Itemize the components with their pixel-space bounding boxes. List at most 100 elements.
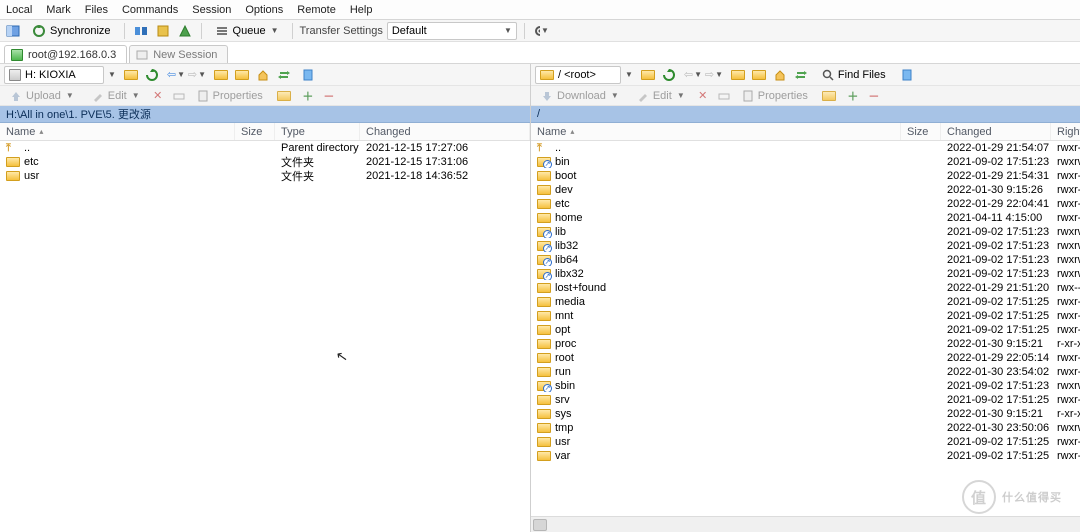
table-row[interactable]: ⤒..Parent directory2021-12-15 17:27:06: [0, 141, 530, 155]
chevron-down-icon[interactable]: ▼: [625, 70, 633, 79]
sync-browse-icon[interactable]: [275, 66, 293, 84]
delete-icon[interactable]: ✕: [149, 87, 167, 105]
back-icon[interactable]: ⇦▼: [684, 66, 702, 84]
table-row[interactable]: ⤒..2022-01-29 21:54:07rwxr-x: [531, 141, 1080, 155]
table-row[interactable]: media2021-09-02 17:51:25rwxr-x: [531, 295, 1080, 309]
table-row[interactable]: sbin2021-09-02 17:51:23rwxrw: [531, 379, 1080, 393]
transfer-settings-combo[interactable]: Default ▼: [387, 22, 517, 40]
open-folder-icon[interactable]: [639, 66, 657, 84]
settings-icon[interactable]: ▼: [532, 22, 550, 40]
table-row[interactable]: dev2022-01-30 9:15:26rwxr-x: [531, 183, 1080, 197]
table-row[interactable]: home2021-04-11 4:15:00rwxr-x: [531, 211, 1080, 225]
chevron-down-icon[interactable]: ▼: [108, 70, 116, 79]
parent-icon[interactable]: [729, 66, 747, 84]
home-icon[interactable]: [254, 66, 272, 84]
refresh-icon[interactable]: [660, 66, 678, 84]
minus-icon[interactable]: －: [320, 87, 338, 105]
remote-drive-combo[interactable]: / <root>: [535, 66, 621, 84]
refresh-icon[interactable]: [143, 66, 161, 84]
local-drive-combo[interactable]: H: KIOXIA: [4, 66, 104, 84]
remote-breadcrumb[interactable]: /: [531, 106, 1080, 123]
queue-label: Queue: [233, 25, 266, 37]
table-row[interactable]: libx322021-09-02 17:51:23rwxrw: [531, 267, 1080, 281]
properties-button[interactable]: Properties: [736, 87, 814, 105]
table-row[interactable]: proc2022-01-30 9:15:21r-xr-x: [531, 337, 1080, 351]
sync-panels-icon[interactable]: [154, 22, 172, 40]
col-size[interactable]: Size: [235, 123, 275, 140]
table-row[interactable]: etc2022-01-29 22:04:41rwxr-x: [531, 197, 1080, 211]
properties-button[interactable]: Properties: [191, 87, 269, 105]
find-files-button[interactable]: Find Files: [816, 66, 892, 84]
table-row[interactable]: usr2021-09-02 17:51:25rwxr-x: [531, 435, 1080, 449]
table-row[interactable]: lib2021-09-02 17:51:23rwxrw: [531, 225, 1080, 239]
parent-icon[interactable]: [212, 66, 230, 84]
address-book-icon[interactable]: [4, 22, 22, 40]
delete-icon[interactable]: ✕: [694, 87, 712, 105]
menu-session[interactable]: Session: [192, 4, 231, 16]
rename-icon[interactable]: [715, 87, 733, 105]
new-folder-icon[interactable]: [275, 87, 293, 105]
menu-help[interactable]: Help: [350, 4, 373, 16]
col-name[interactable]: Name▴: [0, 123, 235, 140]
local-file-list[interactable]: ⤒..Parent directory2021-12-15 17:27:06et…: [0, 141, 530, 532]
table-row[interactable]: usr文件夹2021-12-18 14:36:52: [0, 169, 530, 183]
plus-icon[interactable]: ＋: [299, 87, 317, 105]
menu-options[interactable]: Options: [245, 4, 283, 16]
sync-browse-icon[interactable]: [792, 66, 810, 84]
menu-remote[interactable]: Remote: [297, 4, 336, 16]
table-row[interactable]: etc文件夹2021-12-15 17:31:06: [0, 155, 530, 169]
keep-remote-icon[interactable]: [176, 22, 194, 40]
home-icon[interactable]: [771, 66, 789, 84]
table-row[interactable]: mnt2021-09-02 17:51:25rwxr-x: [531, 309, 1080, 323]
col-rights[interactable]: Rights: [1051, 123, 1080, 140]
file-rights: rwxr-x: [1051, 450, 1080, 462]
rename-icon[interactable]: [170, 87, 188, 105]
table-row[interactable]: bin2021-09-02 17:51:23rwxrw: [531, 155, 1080, 169]
edit-button[interactable]: Edit▼: [631, 87, 691, 105]
table-row[interactable]: lib322021-09-02 17:51:23rwxrw: [531, 239, 1080, 253]
local-breadcrumb[interactable]: H:\All in one\1. PVE\5. 更改源: [0, 106, 530, 123]
table-row[interactable]: root2022-01-29 22:05:14rwxr-x: [531, 351, 1080, 365]
col-changed[interactable]: Changed: [360, 123, 530, 140]
compare-icon[interactable]: [132, 22, 150, 40]
bookmark-icon[interactable]: [299, 66, 317, 84]
remote-file-list[interactable]: ⤒..2022-01-29 21:54:07rwxr-xbin2021-09-0…: [531, 141, 1080, 516]
table-row[interactable]: srv2021-09-02 17:51:25rwxr-x: [531, 393, 1080, 407]
root-icon[interactable]: [233, 66, 251, 84]
col-size[interactable]: Size: [901, 123, 941, 140]
upload-button[interactable]: Upload▼: [4, 87, 80, 105]
table-row[interactable]: tmp2022-01-30 23:50:06rwxrw: [531, 421, 1080, 435]
table-row[interactable]: lib642021-09-02 17:51:23rwxrw: [531, 253, 1080, 267]
root-icon[interactable]: [750, 66, 768, 84]
table-row[interactable]: lost+found2022-01-29 21:51:20rwx--: [531, 281, 1080, 295]
plus-icon[interactable]: ＋: [844, 87, 862, 105]
menu-commands[interactable]: Commands: [122, 4, 178, 16]
table-row[interactable]: opt2021-09-02 17:51:25rwxr-x: [531, 323, 1080, 337]
menu-local[interactable]: Local: [6, 4, 32, 16]
col-name[interactable]: Name▴: [531, 123, 901, 140]
queue-button[interactable]: Queue ▼: [209, 22, 285, 40]
scrollbar-thumb[interactable]: [533, 519, 547, 531]
table-row[interactable]: var2021-09-02 17:51:25rwxr-x: [531, 449, 1080, 463]
col-changed[interactable]: Changed: [941, 123, 1051, 140]
table-row[interactable]: run2022-01-30 23:54:02rwxr-x: [531, 365, 1080, 379]
download-button[interactable]: Download▼: [535, 87, 625, 105]
horizontal-scrollbar[interactable]: [531, 516, 1080, 532]
table-row[interactable]: boot2022-01-29 21:54:31rwxr-x: [531, 169, 1080, 183]
menu-files[interactable]: Files: [85, 4, 108, 16]
edit-button[interactable]: Edit▼: [86, 87, 146, 105]
bookmark-icon[interactable]: [898, 66, 916, 84]
col-type[interactable]: Type: [275, 123, 360, 140]
table-row[interactable]: sys2022-01-30 9:15:21r-xr-x: [531, 407, 1080, 421]
session-tab-active[interactable]: root@192.168.0.3: [4, 45, 127, 63]
minus-icon[interactable]: －: [865, 87, 883, 105]
menu-mark[interactable]: Mark: [46, 4, 70, 16]
open-folder-icon[interactable]: [122, 66, 140, 84]
synchronize-button[interactable]: Synchronize: [26, 22, 117, 40]
file-rights: rwxrw: [1051, 226, 1080, 238]
back-icon[interactable]: ⇦▼: [167, 66, 185, 84]
forward-icon[interactable]: ⇨▼: [188, 66, 206, 84]
forward-icon[interactable]: ⇨▼: [705, 66, 723, 84]
new-session-tab[interactable]: New Session: [129, 45, 228, 63]
new-folder-icon[interactable]: [820, 87, 838, 105]
